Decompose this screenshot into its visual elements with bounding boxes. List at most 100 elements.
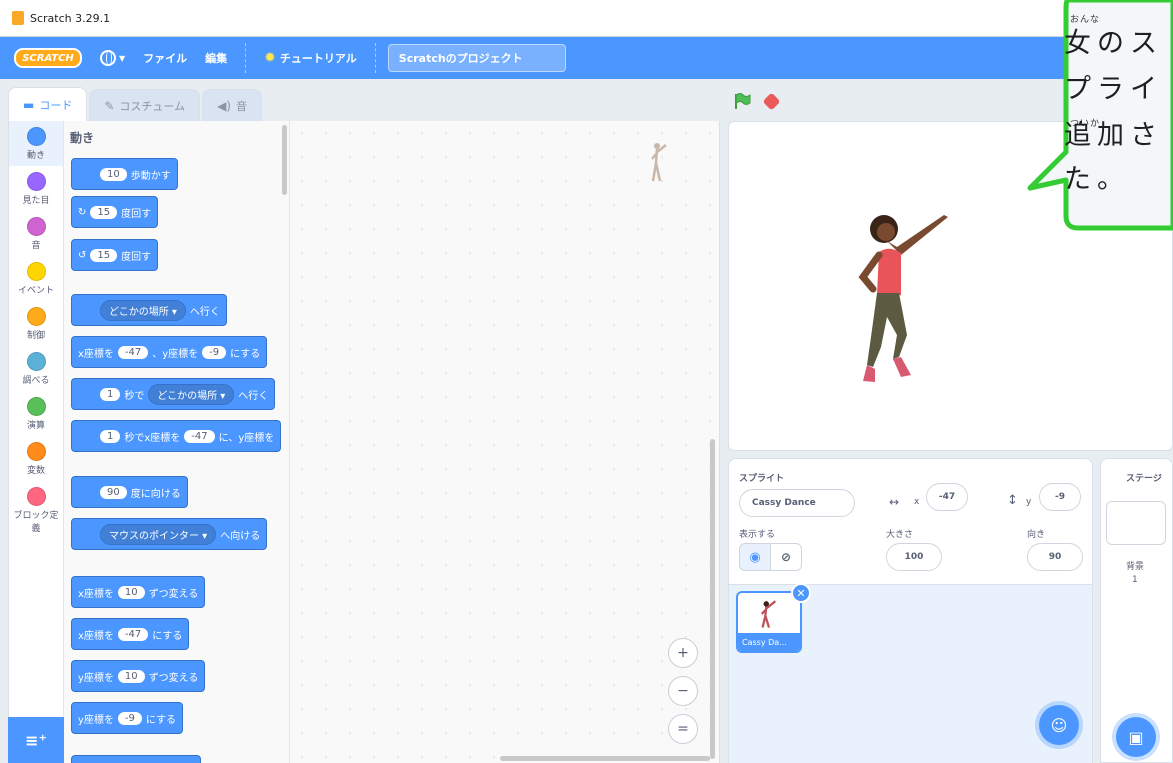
block-glide-to[interactable]: 1 秒で どこかの場所 ▾ へ行く bbox=[71, 378, 276, 410]
category-my-blocks[interactable]: ブロック定義 bbox=[9, 481, 63, 541]
block-change-y[interactable]: y座標を 10 ずつ変える bbox=[71, 660, 206, 692]
category-looks[interactable]: 見た目 bbox=[9, 166, 63, 211]
sprite-thumbnail[interactable]: Cassy Da... bbox=[736, 591, 802, 653]
category-label: 変数 bbox=[26, 466, 45, 476]
sprite-info: スプライト Cassy Dance ↔ x -47 ↕ y -9 表示する ◉ … bbox=[729, 459, 1092, 585]
block-input[interactable]: 90 bbox=[100, 485, 127, 499]
category-variables[interactable]: 変数 bbox=[9, 436, 63, 481]
sprite-name-field[interactable]: Cassy Dance bbox=[739, 489, 855, 517]
choose-backdrop-button[interactable]: ▣ bbox=[1116, 717, 1156, 757]
show-sprite-button[interactable]: ◉ bbox=[739, 543, 771, 571]
scratch-app-icon bbox=[12, 11, 24, 25]
block-set-x[interactable]: x座標を -47 にする bbox=[71, 618, 190, 650]
dancer-sprite[interactable] bbox=[849, 207, 969, 392]
window-titlebar: Scratch 3.29.1 bbox=[0, 0, 1173, 37]
tutorial-menu[interactable]: ✹ チュートリアル bbox=[264, 37, 357, 79]
category-control[interactable]: 制御 bbox=[9, 301, 63, 346]
menu-bar: SCRATCH ▼ ファイル 編集 ✹ チュートリアル Scratchのプロジェ… bbox=[0, 37, 1173, 79]
block-dropdown[interactable]: どこかの場所 ▾ bbox=[100, 299, 186, 321]
sprite-direction-field[interactable]: 90 bbox=[1027, 543, 1083, 571]
category-events[interactable]: イベント bbox=[9, 256, 63, 301]
zoom-out-button[interactable]: − bbox=[668, 676, 698, 706]
sprite-info-pane: スプライト Cassy Dance ↔ x -47 ↕ y -9 表示する ◉ … bbox=[728, 458, 1093, 763]
language-menu[interactable]: ▼ bbox=[100, 37, 125, 79]
block-change-x[interactable]: x座標を 10 ずつ変える bbox=[71, 576, 206, 608]
block-text: へ行く bbox=[238, 390, 269, 402]
block-goto[interactable]: どこかの場所 ▾ へ行く bbox=[71, 294, 227, 326]
category-label: ブロック定義 bbox=[13, 511, 59, 534]
script-area[interactable]: + − = bbox=[290, 121, 720, 763]
script-hscrollbar[interactable] bbox=[500, 756, 710, 761]
sprite-x-field[interactable]: -47 bbox=[926, 483, 968, 511]
show-label: 表示する bbox=[739, 530, 776, 540]
project-title-input[interactable]: Scratchのプロジェクト bbox=[387, 44, 566, 72]
add-extension-button[interactable]: ≡⁺ bbox=[8, 717, 64, 763]
tab-sounds-label: 音 bbox=[236, 99, 247, 113]
block-point-direction[interactable]: 90 度に向ける bbox=[71, 476, 188, 508]
block-input[interactable]: -9 bbox=[117, 711, 142, 725]
category-dot bbox=[26, 442, 46, 461]
tab-costumes[interactable]: ✎ コスチューム bbox=[89, 89, 201, 121]
hide-sprite-button[interactable]: ⊘ bbox=[770, 543, 802, 571]
tab-code[interactable]: ▬ コード bbox=[8, 87, 88, 121]
block-input[interactable]: -47 bbox=[184, 429, 215, 443]
block-dropdown[interactable]: どこかの場所 ▾ bbox=[148, 383, 235, 405]
category-dot bbox=[26, 397, 46, 416]
block-input[interactable]: 10 bbox=[117, 669, 145, 683]
lightbulb-icon: ✹ bbox=[264, 50, 276, 66]
category-label: 演算 bbox=[26, 421, 45, 431]
block-input[interactable]: -47 bbox=[117, 345, 149, 359]
file-menu[interactable]: ファイル bbox=[143, 37, 187, 79]
delete-sprite-icon[interactable]: ✕ bbox=[791, 583, 811, 603]
block-input[interactable]: 10 bbox=[100, 167, 127, 181]
category-operators[interactable]: 演算 bbox=[9, 391, 63, 436]
scratch-logo[interactable]: SCRATCH bbox=[14, 48, 82, 68]
block-partial[interactable] bbox=[71, 755, 201, 763]
edit-menu[interactable]: 編集 bbox=[205, 37, 227, 79]
callout-line-1: 女のス bbox=[1064, 28, 1163, 59]
block-input[interactable]: -9 bbox=[202, 345, 227, 359]
category-label: 調べる bbox=[22, 376, 50, 386]
stop-icon[interactable] bbox=[762, 92, 781, 111]
palette-scrollbar[interactable] bbox=[282, 125, 287, 195]
block-text: 度回す bbox=[121, 208, 152, 220]
category-sensing[interactable]: 調べる bbox=[9, 346, 63, 391]
block-dropdown[interactable]: マウスのポインター ▾ bbox=[100, 523, 217, 545]
zoom-reset-button[interactable]: = bbox=[668, 714, 698, 744]
block-move-steps[interactable]: 10 歩動かす bbox=[71, 158, 178, 190]
sprite-y-field[interactable]: -9 bbox=[1039, 483, 1081, 511]
window-title: Scratch 3.29.1 bbox=[30, 11, 111, 25]
block-text: ずつ変える bbox=[148, 588, 199, 600]
block-set-y[interactable]: y座標を -9 にする bbox=[71, 702, 184, 734]
block-point-towards[interactable]: マウスのポインター ▾ へ向ける bbox=[71, 518, 268, 550]
category-dot bbox=[26, 127, 46, 146]
tab-code-label: コード bbox=[39, 98, 73, 112]
image-add-icon: ▣ bbox=[1128, 727, 1144, 747]
editor-tabs: ▬ コード ✎ コスチューム ◀) 音 bbox=[0, 79, 290, 121]
block-turn-left[interactable]: ↺ 15 度回す bbox=[71, 239, 159, 271]
block-input[interactable]: 15 bbox=[90, 248, 118, 262]
sprite-thumb-name: Cassy Da... bbox=[738, 633, 800, 651]
add-extension-icon: ≡⁺ bbox=[25, 730, 47, 750]
callout-line-2: プライ bbox=[1064, 74, 1163, 105]
zoom-in-button[interactable]: + bbox=[668, 638, 698, 668]
category-sound[interactable]: 音 bbox=[9, 211, 63, 256]
block-text: 歩動かす bbox=[130, 170, 171, 182]
green-flag-icon[interactable] bbox=[733, 92, 751, 110]
block-turn-right[interactable]: ↻ 15 度回す bbox=[71, 196, 159, 228]
block-input[interactable]: 1 bbox=[100, 387, 121, 401]
block-input[interactable]: 10 bbox=[117, 585, 145, 599]
block-input[interactable]: 15 bbox=[90, 205, 118, 219]
category-motion[interactable]: 動き bbox=[9, 121, 63, 166]
block-goto-xy[interactable]: x座標を -47 、y座標を -9 にする bbox=[71, 336, 268, 368]
block-input[interactable]: -47 bbox=[117, 627, 149, 641]
script-vscrollbar[interactable] bbox=[710, 439, 715, 759]
stage-thumbnail[interactable] bbox=[1106, 501, 1166, 545]
block-glide-xy[interactable]: 1 秒でx座標を -47 に、y座標を bbox=[71, 420, 282, 452]
choose-sprite-button[interactable]: ☺ bbox=[1039, 705, 1079, 745]
block-input[interactable]: 1 bbox=[100, 429, 121, 443]
sprite-heading: スプライト bbox=[739, 474, 785, 484]
sprite-size-field[interactable]: 100 bbox=[886, 543, 942, 571]
stage-target-pane: ステージ 背景 1 ▣ bbox=[1100, 458, 1173, 763]
tab-sounds[interactable]: ◀) 音 bbox=[202, 89, 262, 121]
